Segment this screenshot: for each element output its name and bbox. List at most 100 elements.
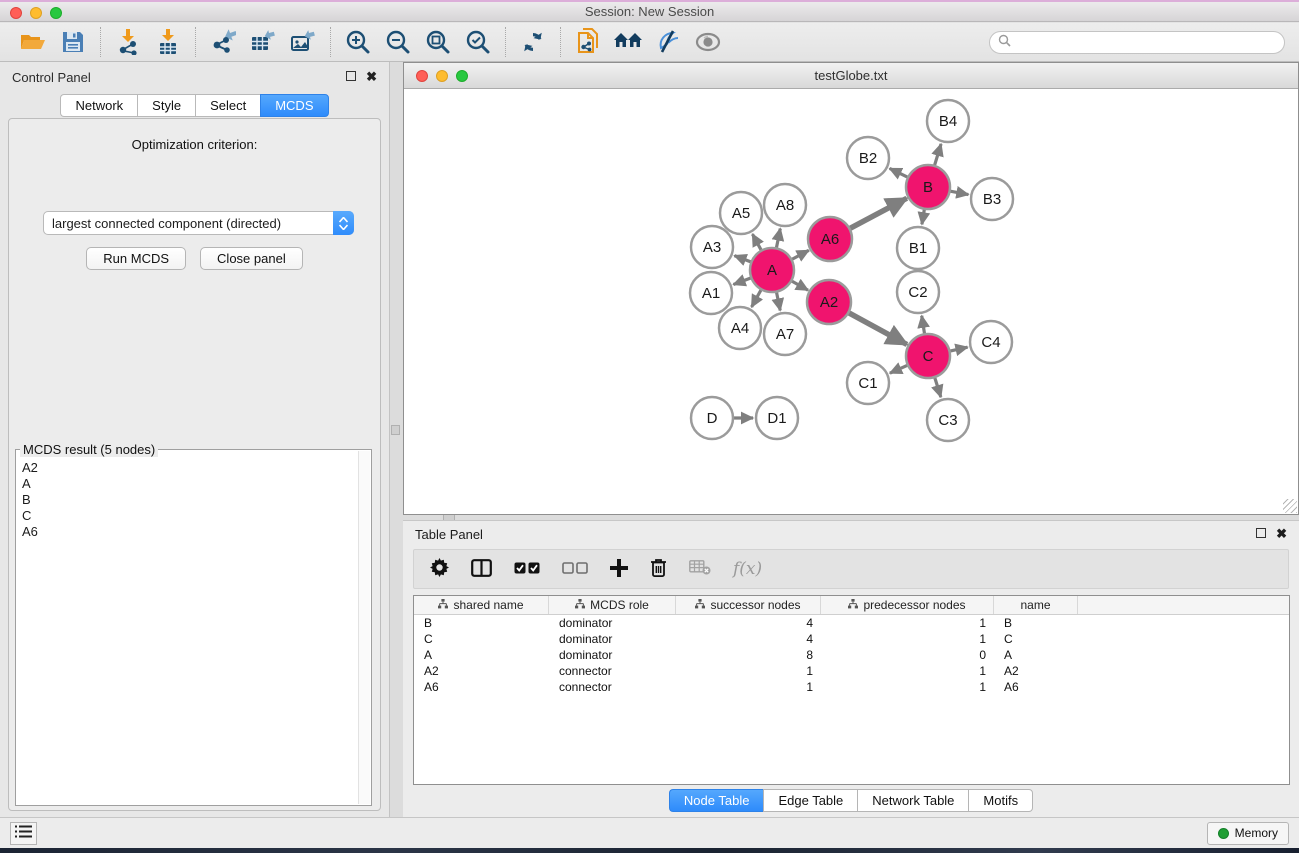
node-A3[interactable]: A3 bbox=[691, 226, 733, 268]
close-panel-icon[interactable]: ✖ bbox=[366, 69, 377, 85]
float-panel-icon[interactable] bbox=[346, 71, 356, 81]
network-window-titlebar[interactable]: testGlobe.txt bbox=[404, 63, 1298, 89]
slashed-pen-button[interactable] bbox=[651, 27, 685, 57]
table-cell[interactable]: 1 bbox=[821, 663, 994, 679]
node-C2[interactable]: C2 bbox=[897, 271, 939, 313]
table-cell[interactable]: A bbox=[414, 647, 549, 663]
eye-button[interactable] bbox=[691, 27, 725, 57]
edge-C-C1[interactable] bbox=[890, 365, 908, 373]
resize-grip-icon[interactable] bbox=[1283, 499, 1297, 513]
table-row[interactable]: Adominator80A bbox=[414, 647, 1289, 663]
tab-mcds[interactable]: MCDS bbox=[260, 94, 328, 117]
edge-A-A5[interactable] bbox=[752, 234, 761, 251]
result-item[interactable]: A bbox=[20, 476, 358, 492]
edge-A-A6[interactable] bbox=[791, 250, 808, 259]
table-settings-button[interactable] bbox=[430, 558, 449, 580]
edge-A2-C[interactable] bbox=[848, 313, 907, 345]
column-header-name[interactable]: name bbox=[994, 596, 1078, 614]
node-B[interactable]: B bbox=[906, 165, 950, 209]
zoom-in-button[interactable] bbox=[341, 27, 375, 57]
tab-select[interactable]: Select bbox=[195, 94, 260, 117]
network-from-document-button[interactable] bbox=[571, 27, 605, 57]
open-session-button[interactable] bbox=[16, 27, 50, 57]
run-mcds-button[interactable]: Run MCDS bbox=[86, 247, 186, 270]
node-A5[interactable]: A5 bbox=[720, 192, 762, 234]
close-window-button[interactable] bbox=[10, 7, 22, 19]
memory-button[interactable]: Memory bbox=[1207, 822, 1289, 845]
column-header-predecessor-nodes[interactable]: predecessor nodes bbox=[821, 596, 994, 614]
import-network-button[interactable] bbox=[111, 27, 145, 57]
table-cell[interactable]: B bbox=[994, 615, 1078, 631]
network-canvas[interactable]: B4B2BB3A8A5A6A3B1AA1C2A2A4A7C4CC1DD1C3 bbox=[404, 89, 1298, 514]
edge-C-C2[interactable] bbox=[922, 316, 925, 335]
table-cell[interactable]: 4 bbox=[676, 615, 821, 631]
float-table-panel-icon[interactable] bbox=[1256, 528, 1266, 538]
edge-A-A2[interactable] bbox=[791, 281, 808, 290]
minimize-network-button[interactable] bbox=[436, 70, 448, 82]
node-B1[interactable]: B1 bbox=[897, 227, 939, 269]
node-D[interactable]: D bbox=[691, 397, 733, 439]
table-cell[interactable]: 1 bbox=[821, 679, 994, 695]
node-B2[interactable]: B2 bbox=[847, 137, 889, 179]
edge-A-A4[interactable] bbox=[752, 289, 762, 307]
table-cell[interactable]: A2 bbox=[994, 663, 1078, 679]
export-image-button[interactable] bbox=[286, 27, 320, 57]
zoom-network-button[interactable] bbox=[456, 70, 468, 82]
export-network-button[interactable] bbox=[206, 27, 240, 57]
table-cell[interactable]: 1 bbox=[821, 631, 994, 647]
result-scrollbar[interactable] bbox=[358, 451, 370, 804]
node-A[interactable]: A bbox=[750, 248, 794, 292]
search-field[interactable] bbox=[989, 31, 1285, 54]
table-cell[interactable]: 1 bbox=[676, 679, 821, 695]
close-network-button[interactable] bbox=[416, 70, 428, 82]
close-panel-button[interactable]: Close panel bbox=[200, 247, 303, 270]
tab-edge-table[interactable]: Edge Table bbox=[763, 789, 857, 812]
table-cell[interactable]: A bbox=[994, 647, 1078, 663]
edge-B-B3[interactable] bbox=[950, 191, 969, 195]
edge-A-A8[interactable] bbox=[776, 229, 780, 249]
edge-A-A7[interactable] bbox=[776, 292, 780, 311]
edge-B-B2[interactable] bbox=[890, 168, 909, 177]
search-input[interactable] bbox=[1016, 35, 1276, 49]
window-traffic-lights[interactable] bbox=[10, 7, 62, 19]
mcds-result-list[interactable]: A2ABCA6 bbox=[20, 460, 358, 803]
houses-button[interactable] bbox=[611, 27, 645, 57]
edge-B-B1[interactable] bbox=[922, 209, 925, 225]
table-cell[interactable]: 8 bbox=[676, 647, 821, 663]
result-item[interactable]: A6 bbox=[20, 524, 358, 540]
table-row[interactable]: Cdominator41C bbox=[414, 631, 1289, 647]
tab-network[interactable]: Network bbox=[60, 94, 137, 117]
minimize-window-button[interactable] bbox=[30, 7, 42, 19]
zoom-window-button[interactable] bbox=[50, 7, 62, 19]
node-C1[interactable]: C1 bbox=[847, 362, 889, 404]
table-cell[interactable]: A6 bbox=[414, 679, 549, 695]
table-cell[interactable]: dominator bbox=[549, 631, 676, 647]
close-table-panel-icon[interactable]: ✖ bbox=[1276, 526, 1287, 542]
table-cell[interactable]: A6 bbox=[994, 679, 1078, 695]
tab-motifs[interactable]: Motifs bbox=[968, 789, 1033, 812]
table-cell[interactable]: 1 bbox=[676, 663, 821, 679]
table-row[interactable]: Bdominator41B bbox=[414, 615, 1289, 631]
save-session-button[interactable] bbox=[56, 27, 90, 57]
task-history-button[interactable] bbox=[10, 822, 37, 845]
table-cell[interactable]: B bbox=[414, 615, 549, 631]
table-row[interactable]: A6connector11A6 bbox=[414, 679, 1289, 695]
column-header-MCDS-role[interactable]: MCDS role bbox=[549, 596, 676, 614]
edge-A-A3[interactable] bbox=[734, 256, 751, 263]
node-A8[interactable]: A8 bbox=[764, 184, 806, 226]
result-item[interactable]: B bbox=[20, 492, 358, 508]
import-table-button[interactable] bbox=[151, 27, 185, 57]
edge-B-B4[interactable] bbox=[934, 144, 941, 166]
node-C4[interactable]: C4 bbox=[970, 321, 1012, 363]
zoom-selected-button[interactable] bbox=[461, 27, 495, 57]
table-row[interactable]: A2connector11A2 bbox=[414, 663, 1289, 679]
column-view-button[interactable] bbox=[471, 559, 492, 580]
tab-node-table[interactable]: Node Table bbox=[669, 789, 764, 812]
node-A6[interactable]: A6 bbox=[808, 217, 852, 261]
table-cell[interactable]: 4 bbox=[676, 631, 821, 647]
table-cell[interactable]: dominator bbox=[549, 647, 676, 663]
edge-A-A1[interactable] bbox=[733, 278, 751, 285]
table-cell[interactable]: connector bbox=[549, 679, 676, 695]
add-column-button[interactable] bbox=[610, 559, 628, 580]
tab-network-table[interactable]: Network Table bbox=[857, 789, 968, 812]
